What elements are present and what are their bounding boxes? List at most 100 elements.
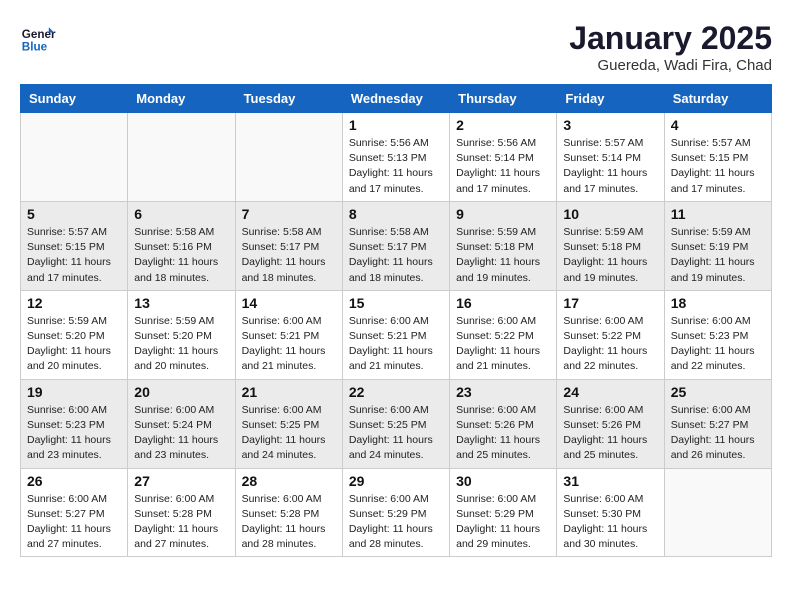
day-info: Sunrise: 6:00 AM Sunset: 5:30 PM Dayligh… (563, 492, 657, 553)
day-number: 16 (456, 295, 550, 311)
calendar-week-row: 26Sunrise: 6:00 AM Sunset: 5:27 PM Dayli… (21, 468, 772, 557)
day-info: Sunrise: 6:00 AM Sunset: 5:25 PM Dayligh… (242, 403, 336, 464)
day-info: Sunrise: 6:00 AM Sunset: 5:26 PM Dayligh… (456, 403, 550, 464)
calendar-day: 3 Sunrise: 5:57 AM Sunset: 5:14 PM Daylig… (557, 113, 664, 202)
day-number: 18 (671, 295, 765, 311)
day-info: Sunrise: 5:56 AM Sunset: 5:14 PM Dayligh… (456, 136, 550, 197)
day-header-saturday: Saturday (664, 85, 771, 113)
day-info: Sunrise: 6:00 AM Sunset: 5:21 PM Dayligh… (349, 314, 443, 375)
day-info: Sunrise: 5:57 AM Sunset: 5:15 PM Dayligh… (671, 136, 765, 197)
calendar-week-row: 12 Sunrise: 5:59 AM Sunset: 5:20 PM Dayli… (21, 290, 772, 379)
calendar-day: 9 Sunrise: 5:59 AM Sunset: 5:18 PM Daylig… (450, 201, 557, 290)
day-info: Sunrise: 5:59 AM Sunset: 5:20 PM Dayligh… (134, 314, 228, 375)
day-info: Sunrise: 5:58 AM Sunset: 5:17 PM Dayligh… (242, 225, 336, 286)
day-number: 27 (134, 473, 228, 489)
day-info: Sunrise: 6:00 AM Sunset: 5:26 PM Dayligh… (563, 403, 657, 464)
day-number: 2 (456, 117, 550, 133)
calendar-day: 5 Sunrise: 5:57 AM Sunset: 5:15 PM Daylig… (21, 201, 128, 290)
calendar-day: 19Sunrise: 6:00 AM Sunset: 5:23 PM Dayli… (21, 379, 128, 468)
calendar-day: 30Sunrise: 6:00 AM Sunset: 5:29 PM Dayli… (450, 468, 557, 557)
location-subtitle: Guereda, Wadi Fira, Chad (569, 57, 772, 74)
day-number: 5 (27, 206, 121, 222)
day-info: Sunrise: 6:00 AM Sunset: 5:28 PM Dayligh… (134, 492, 228, 553)
calendar-day: 1 Sunrise: 5:56 AM Sunset: 5:13 PM Daylig… (342, 113, 449, 202)
calendar-day: 21Sunrise: 6:00 AM Sunset: 5:25 PM Dayli… (235, 379, 342, 468)
day-header-monday: Monday (128, 85, 235, 113)
calendar-day: 4 Sunrise: 5:57 AM Sunset: 5:15 PM Daylig… (664, 113, 771, 202)
day-info: Sunrise: 6:00 AM Sunset: 5:21 PM Dayligh… (242, 314, 336, 375)
day-info: Sunrise: 6:00 AM Sunset: 5:24 PM Dayligh… (134, 403, 228, 464)
days-header-row: SundayMondayTuesdayWednesdayThursdayFrid… (21, 85, 772, 113)
day-header-tuesday: Tuesday (235, 85, 342, 113)
day-info: Sunrise: 6:00 AM Sunset: 5:28 PM Dayligh… (242, 492, 336, 553)
day-number: 20 (134, 384, 228, 400)
month-title: January 2025 (569, 20, 772, 57)
calendar-day: 23 Sunrise: 6:00 AM Sunset: 5:26 PM Dayli… (450, 379, 557, 468)
calendar-day: 14 Sunrise: 6:00 AM Sunset: 5:21 PM Dayli… (235, 290, 342, 379)
calendar-day (664, 468, 771, 557)
day-number: 28 (242, 473, 336, 489)
day-header-thursday: Thursday (450, 85, 557, 113)
day-info: Sunrise: 6:00 AM Sunset: 5:23 PM Dayligh… (671, 314, 765, 375)
day-info: Sunrise: 6:00 AM Sunset: 5:27 PM Dayligh… (671, 403, 765, 464)
calendar-day: 11Sunrise: 5:59 AM Sunset: 5:19 PM Dayli… (664, 201, 771, 290)
day-info: Sunrise: 5:59 AM Sunset: 5:20 PM Dayligh… (27, 314, 121, 375)
day-number: 24 (563, 384, 657, 400)
day-info: Sunrise: 6:00 AM Sunset: 5:29 PM Dayligh… (349, 492, 443, 553)
calendar-day: 7 Sunrise: 5:58 AM Sunset: 5:17 PM Daylig… (235, 201, 342, 290)
day-number: 29 (349, 473, 443, 489)
logo: General Blue (20, 20, 56, 56)
calendar-day: 22Sunrise: 6:00 AM Sunset: 5:25 PM Dayli… (342, 379, 449, 468)
day-info: Sunrise: 6:00 AM Sunset: 5:23 PM Dayligh… (27, 403, 121, 464)
day-number: 31 (563, 473, 657, 489)
day-header-wednesday: Wednesday (342, 85, 449, 113)
day-number: 3 (563, 117, 657, 133)
calendar-week-row: 1 Sunrise: 5:56 AM Sunset: 5:13 PM Daylig… (21, 113, 772, 202)
day-number: 7 (242, 206, 336, 222)
calendar-day: 12 Sunrise: 5:59 AM Sunset: 5:20 PM Dayli… (21, 290, 128, 379)
page-header: General Blue January 2025 Guereda, Wadi … (20, 20, 772, 74)
day-info: Sunrise: 5:59 AM Sunset: 5:18 PM Dayligh… (456, 225, 550, 286)
svg-text:Blue: Blue (22, 41, 48, 54)
day-info: Sunrise: 5:56 AM Sunset: 5:13 PM Dayligh… (349, 136, 443, 197)
day-number: 8 (349, 206, 443, 222)
day-number: 17 (563, 295, 657, 311)
calendar-week-row: 5 Sunrise: 5:57 AM Sunset: 5:15 PM Daylig… (21, 201, 772, 290)
calendar-day: 20 Sunrise: 6:00 AM Sunset: 5:24 PM Dayli… (128, 379, 235, 468)
calendar-day: 24 Sunrise: 6:00 AM Sunset: 5:26 PM Dayli… (557, 379, 664, 468)
calendar-day: 31 Sunrise: 6:00 AM Sunset: 5:30 PM Dayli… (557, 468, 664, 557)
day-info: Sunrise: 5:57 AM Sunset: 5:15 PM Dayligh… (27, 225, 121, 286)
day-number: 14 (242, 295, 336, 311)
calendar-day: 29 Sunrise: 6:00 AM Sunset: 5:29 PM Dayli… (342, 468, 449, 557)
calendar-week-row: 19Sunrise: 6:00 AM Sunset: 5:23 PM Dayli… (21, 379, 772, 468)
calendar-day (21, 113, 128, 202)
calendar-day: 13 Sunrise: 5:59 AM Sunset: 5:20 PM Dayli… (128, 290, 235, 379)
calendar-day: 10Sunrise: 5:59 AM Sunset: 5:18 PM Dayli… (557, 201, 664, 290)
day-info: Sunrise: 5:58 AM Sunset: 5:16 PM Dayligh… (134, 225, 228, 286)
day-number: 1 (349, 117, 443, 133)
day-info: Sunrise: 5:59 AM Sunset: 5:19 PM Dayligh… (671, 225, 765, 286)
calendar-day: 18 Sunrise: 6:00 AM Sunset: 5:23 PM Dayli… (664, 290, 771, 379)
calendar-day: 28 Sunrise: 6:00 AM Sunset: 5:28 PM Dayli… (235, 468, 342, 557)
calendar-day: 27 Sunrise: 6:00 AM Sunset: 5:28 PM Dayli… (128, 468, 235, 557)
day-header-friday: Friday (557, 85, 664, 113)
calendar-day: 16 Sunrise: 6:00 AM Sunset: 5:22 PM Dayli… (450, 290, 557, 379)
day-number: 23 (456, 384, 550, 400)
calendar-day: 15Sunrise: 6:00 AM Sunset: 5:21 PM Dayli… (342, 290, 449, 379)
day-info: Sunrise: 6:00 AM Sunset: 5:22 PM Dayligh… (456, 314, 550, 375)
day-number: 30 (456, 473, 550, 489)
day-number: 13 (134, 295, 228, 311)
day-number: 25 (671, 384, 765, 400)
day-info: Sunrise: 5:57 AM Sunset: 5:14 PM Dayligh… (563, 136, 657, 197)
logo-icon: General Blue (20, 20, 56, 56)
calendar-day: 6Sunrise: 5:58 AM Sunset: 5:16 PM Daylig… (128, 201, 235, 290)
day-number: 12 (27, 295, 121, 311)
day-number: 4 (671, 117, 765, 133)
calendar-day: 26Sunrise: 6:00 AM Sunset: 5:27 PM Dayli… (21, 468, 128, 557)
calendar-day: 2 Sunrise: 5:56 AM Sunset: 5:14 PM Daylig… (450, 113, 557, 202)
day-info: Sunrise: 5:59 AM Sunset: 5:18 PM Dayligh… (563, 225, 657, 286)
calendar-day: 17Sunrise: 6:00 AM Sunset: 5:22 PM Dayli… (557, 290, 664, 379)
title-block: January 2025 Guereda, Wadi Fira, Chad (569, 20, 772, 74)
day-number: 9 (456, 206, 550, 222)
calendar-day (128, 113, 235, 202)
